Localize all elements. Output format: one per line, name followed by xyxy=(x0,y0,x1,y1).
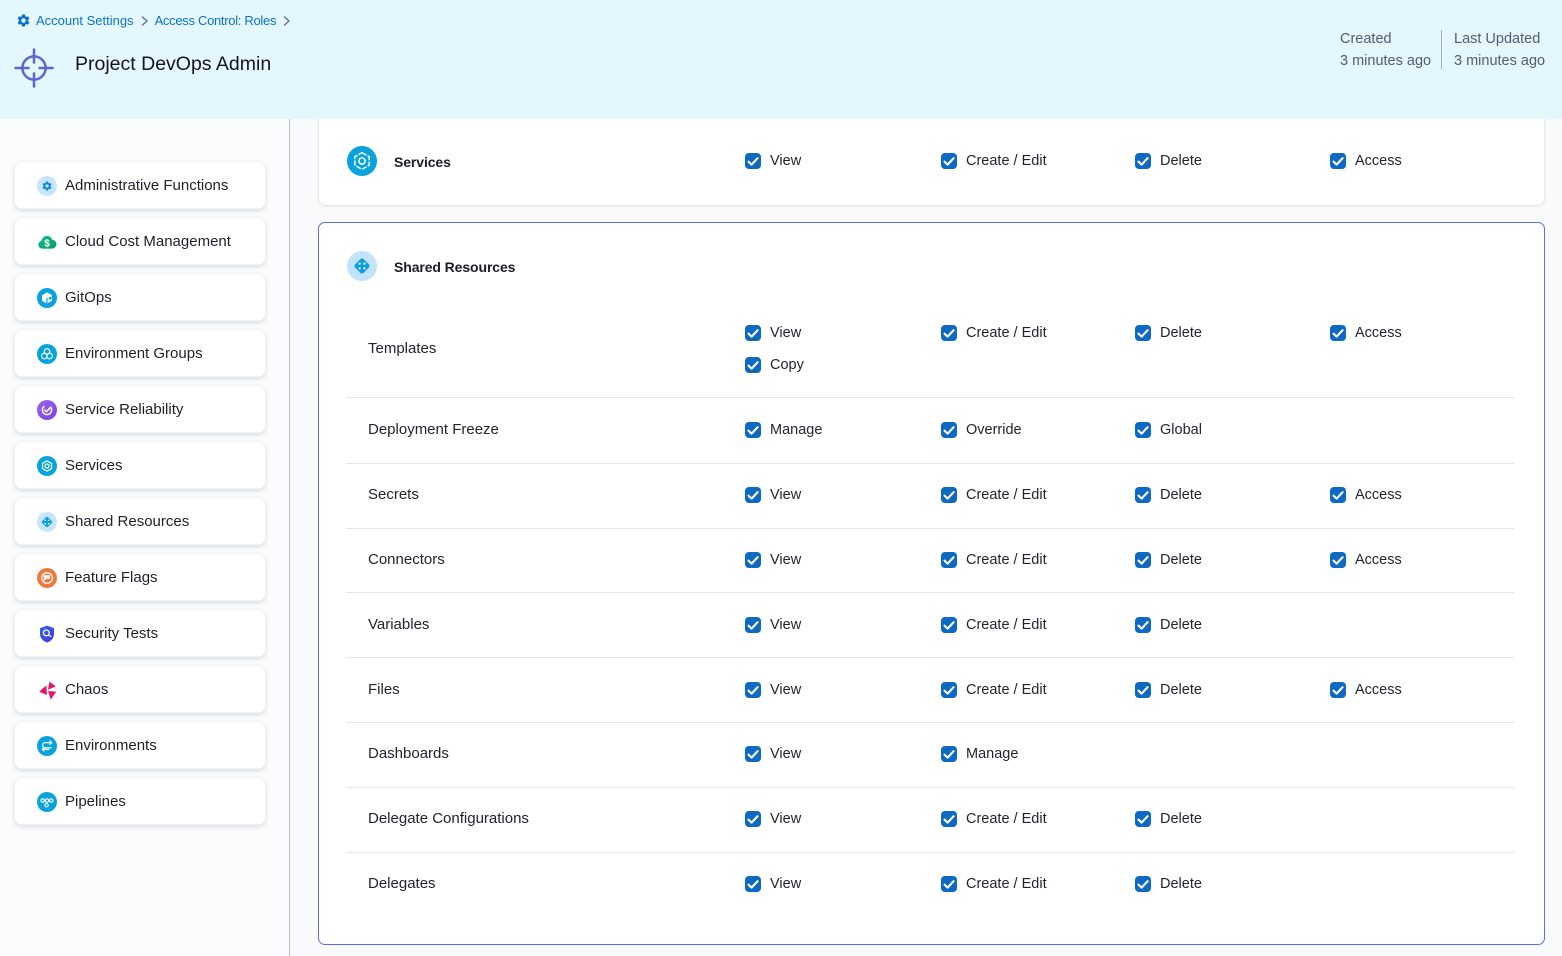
svg-text:$: $ xyxy=(44,238,50,250)
